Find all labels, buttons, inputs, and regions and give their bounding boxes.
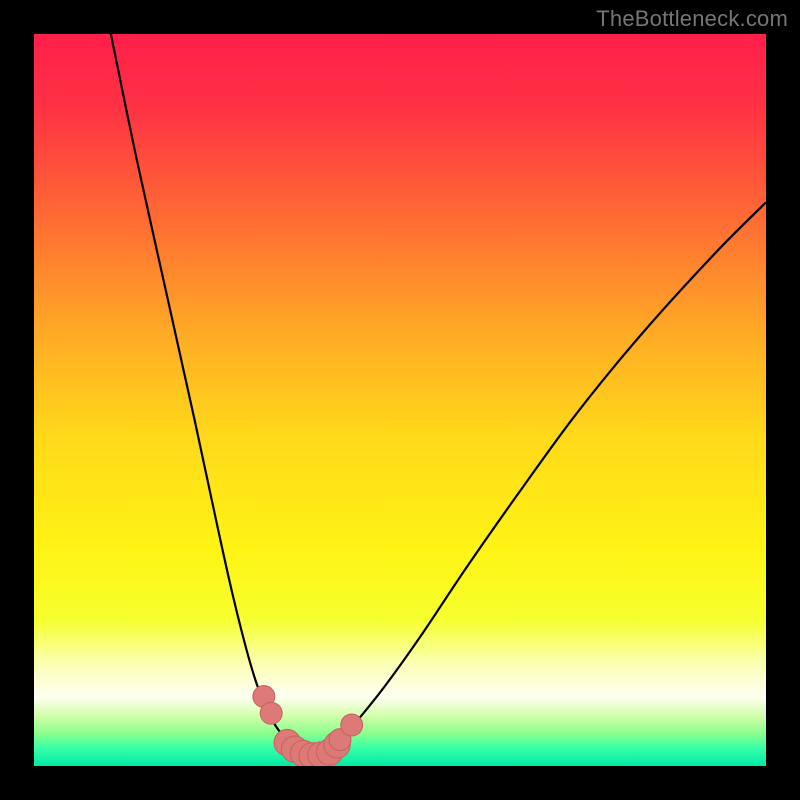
chart-svg bbox=[34, 34, 766, 766]
watermark-text: TheBottleneck.com bbox=[596, 6, 788, 32]
gradient-background bbox=[34, 34, 766, 766]
plot-area bbox=[34, 34, 766, 766]
curve-marker bbox=[341, 714, 363, 736]
outer-frame: TheBottleneck.com bbox=[0, 0, 800, 800]
curve-marker bbox=[260, 702, 282, 724]
